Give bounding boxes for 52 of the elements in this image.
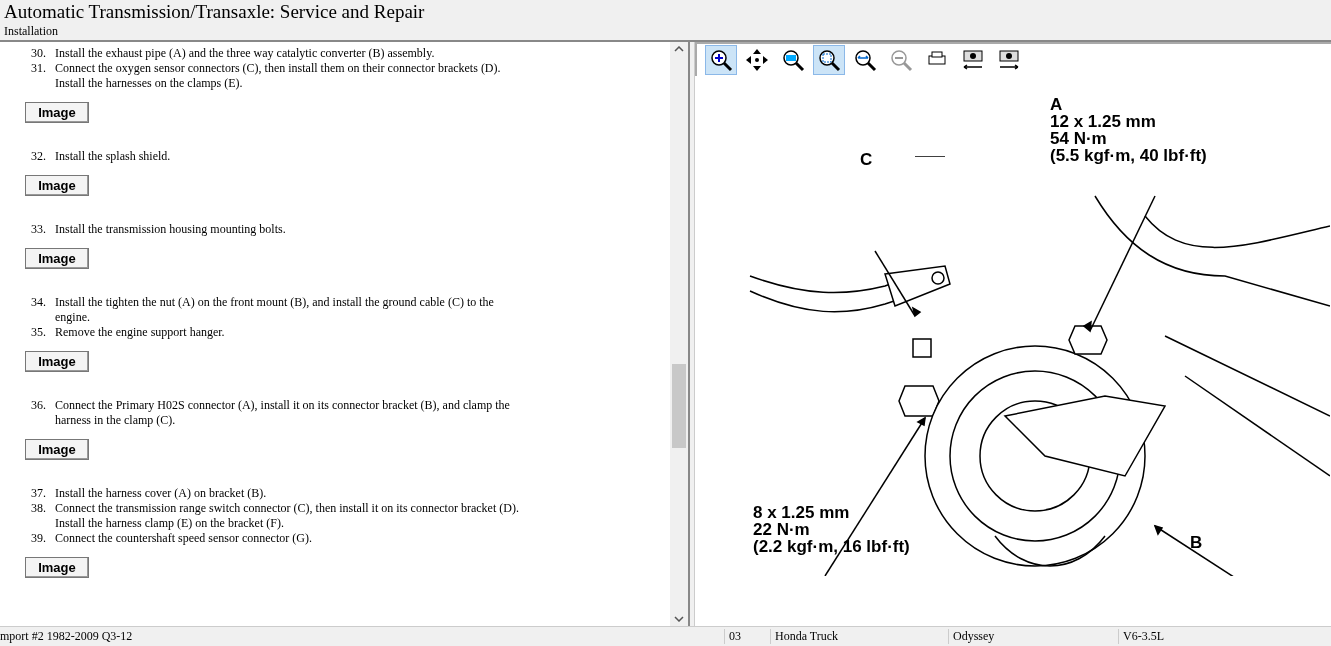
step-text: Connect the transmission range switch connector (C), then install it on its connector bracket (D). Install the harness clamp (E) on the bracket (F).	[55, 501, 520, 531]
image-button[interactable]: Image	[25, 351, 89, 372]
step-text: Install the harness cover (A) on bracket (B).	[55, 486, 267, 501]
toolbar-button[interactable]	[813, 45, 845, 75]
step-text: Install the exhaust pipe (A) and the three way catalytic converter (B) assembly.	[55, 46, 435, 61]
scroll-down-icon[interactable]	[674, 616, 684, 622]
scrollbar[interactable]	[670, 42, 688, 626]
pane-splitter[interactable]	[688, 42, 695, 626]
status-field: 03	[724, 629, 770, 644]
toolbar-button[interactable]	[705, 45, 737, 75]
step-text: Install the splash shield.	[55, 149, 171, 164]
magnifier-icon	[817, 48, 841, 72]
image-button[interactable]: Image	[25, 557, 89, 578]
document-title: Automatic Transmission/Transaxle: Service and Repair	[4, 0, 426, 24]
image-button[interactable]: Image	[25, 248, 89, 269]
callout-label: A 12 x 1.25 mm 54 N·m (5.5 kgf·m, 40 lbf·ft)	[1050, 96, 1207, 164]
camera-arrow-icon	[961, 48, 985, 72]
image-button[interactable]: Image	[25, 102, 89, 123]
step-text: Connect the Primary H02S connector (A), install it on its connector bracket (B), and clamp the harness in the clamp (C).	[55, 398, 511, 428]
status-field: Odyssey	[948, 629, 1118, 644]
callout-label: B	[1190, 534, 1203, 551]
step-text: Remove the engine support hanger.	[55, 325, 225, 340]
image-button[interactable]: Image	[25, 175, 89, 196]
callout-label: C	[860, 151, 873, 168]
step-number: 35.	[31, 325, 47, 340]
scrollbar-thumb[interactable]	[672, 364, 686, 448]
status-field: Honda Truck	[770, 629, 948, 644]
step-number: 30.	[31, 46, 47, 61]
step-number: 38.	[31, 501, 47, 517]
step-number: 34.	[31, 295, 47, 311]
status-field: V6-3.5L	[1118, 629, 1331, 644]
step-number: 37.	[31, 486, 47, 501]
step-text: Connect the countershaft speed sensor connector (G).	[55, 531, 312, 546]
callout-label: 8 x 1.25 mm 22 N·m (2.2 kgf·m, 16 lbf·ft)	[753, 504, 910, 555]
magnifier-icon	[709, 48, 733, 72]
step-text: Connect the oxygen sensor connectors (C), then install them on their connector brackets (D). Install the harnesses on the clamps (E).	[55, 61, 502, 91]
step-text: Install the tighten the nut (A) on the front mount (B), and install the ground cable (C) to the engine.	[55, 295, 495, 325]
section-title: Installation	[4, 24, 59, 38]
step-number: 39.	[31, 531, 47, 546]
move-icon	[745, 48, 769, 72]
image-button[interactable]: Image	[25, 439, 89, 460]
camera-arrow-icon	[997, 48, 1021, 72]
magnifier-icon	[853, 48, 877, 72]
step-text: Install the transmission housing mounting bolts.	[55, 222, 286, 237]
step-number: 33.	[31, 222, 47, 237]
magnifier-icon	[781, 48, 805, 72]
step-number: 36.	[31, 398, 47, 414]
status-field: mport #2 1982-2009 Q3-12	[0, 629, 724, 644]
scroll-up-icon[interactable]	[674, 46, 684, 52]
step-number: 31.	[31, 61, 47, 77]
step-number: 32.	[31, 149, 47, 164]
magnifier-icon	[889, 48, 913, 72]
